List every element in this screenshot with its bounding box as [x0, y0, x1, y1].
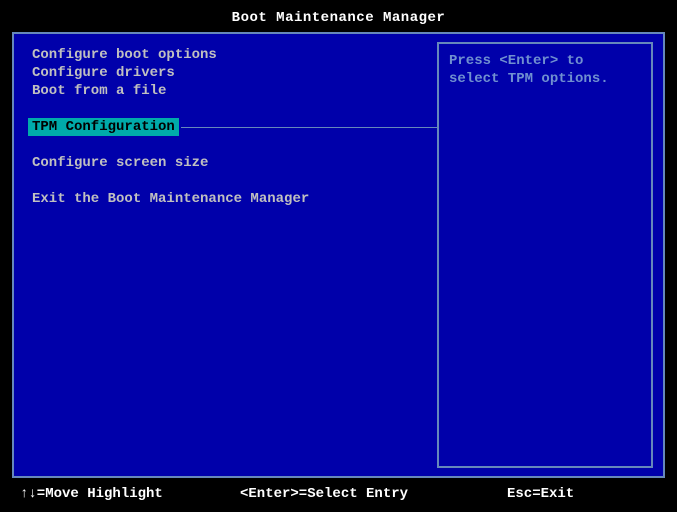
menu-item-screen-size[interactable]: Configure screen size — [28, 154, 437, 172]
menu-panel: Configure boot options Configure drivers… — [14, 32, 437, 478]
menu-item-configure-boot[interactable]: Configure boot options — [28, 46, 437, 64]
footer-hint-select: <Enter>=Select Entry — [240, 486, 507, 502]
help-text-line2: select TPM options. — [449, 70, 641, 88]
footer-bar: ↑↓=Move Highlight <Enter>=Select Entry E… — [0, 478, 677, 512]
menu-spacer — [28, 172, 437, 190]
help-panel: Press <Enter> to select TPM options. — [437, 42, 653, 468]
help-text-line1: Press <Enter> to — [449, 52, 641, 70]
menu-item-boot-from-file[interactable]: Boot from a file — [28, 82, 437, 100]
menu-item-configure-drivers[interactable]: Configure drivers — [28, 64, 437, 82]
bios-screen: Boot Maintenance Manager Configure boot … — [0, 0, 677, 512]
footer-hint-exit: Esc=Exit — [507, 486, 657, 502]
main-panel: Configure boot options Configure drivers… — [12, 32, 665, 478]
menu-item-tpm-configuration[interactable]: TPM Configuration — [28, 118, 179, 136]
menu-spacer — [28, 136, 437, 154]
menu-item-exit[interactable]: Exit the Boot Maintenance Manager — [28, 190, 437, 208]
separator-line — [181, 127, 437, 128]
page-title: Boot Maintenance Manager — [0, 0, 677, 32]
footer-hint-move: ↑↓=Move Highlight — [20, 486, 240, 502]
menu-spacer — [28, 100, 437, 118]
menu-selected-row: TPM Configuration — [28, 118, 437, 136]
